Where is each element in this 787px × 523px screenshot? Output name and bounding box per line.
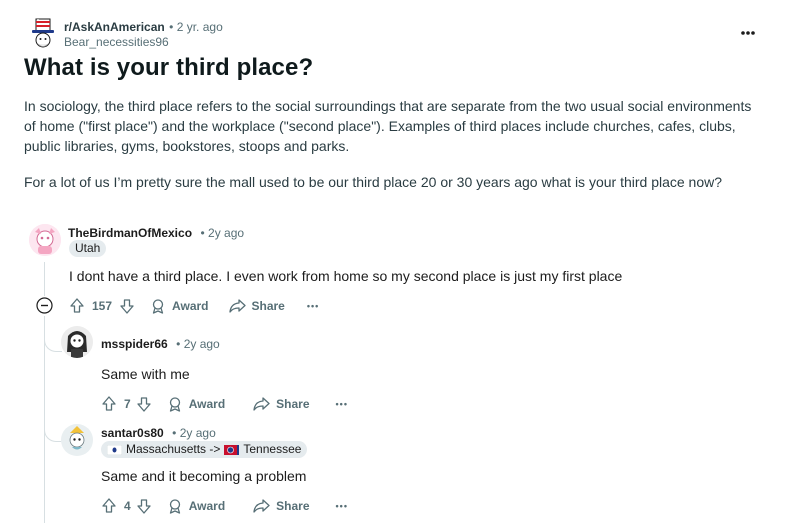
collapse-icon: [36, 297, 53, 314]
vote-count: 7: [124, 397, 131, 411]
comment-time: • 2y ago: [172, 426, 216, 440]
thread-curve: [44, 428, 62, 442]
upvote-button[interactable]: [68, 297, 86, 315]
share-icon: [228, 299, 246, 313]
share-label: Share: [251, 299, 285, 313]
comment-actions: 157 Award Share •••: [68, 294, 319, 318]
award-label: Award: [172, 299, 209, 313]
comment-username[interactable]: msspider66: [101, 337, 168, 351]
user-flair: Utah: [69, 240, 107, 257]
thread-curve: [44, 338, 62, 352]
award-icon: [169, 397, 180, 412]
post-body-paragraph-1: In sociology, the third place refers to …: [24, 98, 752, 154]
downvote-button[interactable]: [135, 497, 153, 515]
share-icon: [253, 397, 270, 411]
snoo-avatar-icon: [29, 224, 61, 256]
share-label: Share: [276, 499, 310, 513]
upvote-button[interactable]: [100, 395, 118, 413]
post-time: • 2 yr. ago: [169, 20, 223, 34]
share-button[interactable]: Share: [228, 298, 285, 314]
comment-text: Same and it becoming a problem: [101, 468, 307, 484]
share-icon: [253, 499, 270, 513]
comment-username[interactable]: santar0s80: [101, 426, 164, 440]
award-button[interactable]: Award: [167, 396, 225, 412]
upvote-arrow-icon: [70, 298, 84, 313]
comment-username[interactable]: TheBirdmanOfMexico: [68, 226, 192, 240]
collapse-thread-button[interactable]: [36, 297, 53, 314]
post-author[interactable]: Bear_necessities96: [64, 35, 169, 49]
flair-destination: Tennessee: [243, 442, 302, 456]
comment-more-button[interactable]: •••: [307, 301, 319, 311]
comment-actions: 4 Award Share •••: [100, 494, 348, 518]
downvote-arrow-icon: [137, 499, 151, 514]
upvote-arrow-icon: [102, 498, 116, 513]
post-body-paragraph-2: For a lot of us I’m pretty sure the mall…: [24, 174, 723, 190]
thread-line[interactable]: [44, 316, 45, 523]
post-title: What is your third place?: [24, 54, 314, 81]
massachusetts-flag-icon: [107, 444, 122, 455]
uncle-sam-hat-icon: [32, 18, 54, 48]
award-icon: [152, 299, 164, 314]
comment-time: • 2y ago: [176, 337, 220, 351]
downvote-button[interactable]: [135, 395, 153, 413]
comment-more-button[interactable]: •••: [336, 399, 348, 409]
upvote-button[interactable]: [100, 497, 118, 515]
comment-actions: 7 Award Share •••: [100, 392, 348, 416]
award-button[interactable]: Award: [167, 498, 225, 514]
post-more-button[interactable]: [738, 26, 758, 40]
thread-line[interactable]: [44, 262, 45, 296]
snoo-avatar-icon: [61, 424, 93, 456]
share-label: Share: [276, 397, 310, 411]
vote-count: 157: [92, 299, 113, 313]
award-label: Award: [188, 499, 226, 513]
user-flair: Massachusetts -> Tennessee: [101, 441, 308, 458]
more-options-icon: [741, 31, 755, 35]
award-icon: [169, 499, 180, 514]
downvote-arrow-icon: [137, 397, 151, 412]
comment-more-button[interactable]: •••: [336, 501, 348, 511]
award-label: Award: [188, 397, 226, 411]
avatar[interactable]: [61, 424, 93, 456]
share-button[interactable]: Share: [253, 498, 310, 514]
subreddit-avatar[interactable]: [28, 17, 58, 49]
downvote-button[interactable]: [118, 297, 136, 315]
avatar[interactable]: [61, 326, 93, 358]
avatar[interactable]: [29, 224, 61, 256]
comment-time: • 2y ago: [200, 226, 245, 240]
tennessee-flag-icon: [224, 444, 240, 455]
comment-text: Same with me: [101, 366, 190, 382]
vote-count: 4: [124, 499, 131, 513]
subreddit-link[interactable]: r/AskAnAmerican: [64, 20, 165, 34]
snoo-avatar-icon: [61, 326, 93, 358]
comment-text: I dont have a third place. I even work f…: [69, 268, 623, 284]
flair-origin: Massachusetts ->: [126, 442, 221, 456]
award-button[interactable]: Award: [150, 298, 209, 314]
share-button[interactable]: Share: [253, 396, 310, 412]
downvote-arrow-icon: [120, 299, 134, 314]
upvote-arrow-icon: [102, 396, 116, 411]
